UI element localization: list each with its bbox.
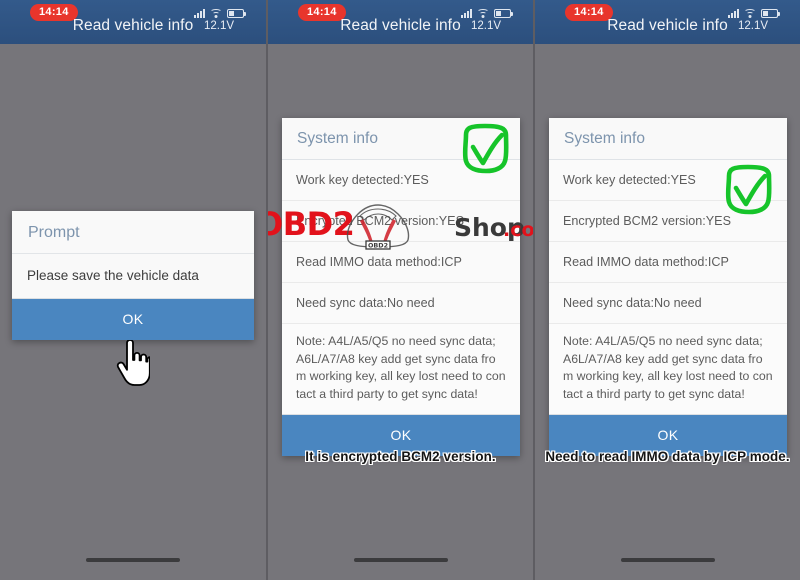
- wifi-icon: [210, 8, 222, 18]
- prompt-dialog-message: Please save the vehicle data: [12, 254, 254, 299]
- panel-caption: It is encrypted BCM2 version.: [305, 449, 496, 464]
- wifi-icon: [477, 8, 489, 18]
- note-line: m working key, all key lost need to con: [563, 369, 773, 383]
- note-line: Note: A4L/A5/Q5 no need sync data;: [296, 334, 496, 348]
- status-indicators: 12.1V: [182, 5, 256, 32]
- list-item: Read IMMO data method:ICP: [549, 242, 787, 283]
- system-info-title: System info: [549, 118, 787, 160]
- note-line: A6L/A7/A8 key add get sync data fro: [563, 351, 763, 366]
- screen-content-2: System info Work key detected:YES Encryp…: [268, 44, 533, 580]
- status-bar: 14:14 Read vehicle info 12.1V: [268, 0, 533, 44]
- wifi-icon: [744, 8, 756, 18]
- hand-pointer-cursor: [116, 340, 150, 386]
- note-line: tact a third party to get sync data!: [296, 386, 478, 401]
- list-item: Need sync data:No need: [549, 283, 787, 324]
- panel-caption: Need to read IMMO data by ICP mode.: [545, 449, 790, 464]
- battery-icon: [761, 9, 780, 18]
- screenshot-sheet: 14:14 Read vehicle info 12.1V Prompt Ple…: [0, 0, 800, 580]
- note-line: A6L/A7/A8 key add get sync data fro: [296, 351, 496, 366]
- screen-panel-3: 14:14 Read vehicle info 12.1V System inf…: [533, 0, 800, 580]
- system-info-dialog: System info Work key detected:YES Encryp…: [549, 118, 787, 456]
- note-line: tact a third party to get sync data!: [563, 386, 745, 401]
- prompt-dialog-title: Prompt: [12, 211, 254, 254]
- list-item: Work key detected:YES: [549, 160, 787, 201]
- status-bar: 14:14 Read vehicle info 12.1V: [0, 0, 266, 44]
- status-indicators: 12.1V: [716, 5, 790, 32]
- screen-content-3: System info Work key detected:YES Encryp…: [535, 44, 800, 580]
- voltage-readout: 12.1V: [737, 20, 769, 32]
- signal-bars-icon: [461, 8, 472, 18]
- system-info-dialog: System info Work key detected:YES Encryp…: [282, 118, 520, 456]
- note-line: Note: A4L/A5/Q5 no need sync data;: [563, 334, 763, 348]
- list-item: Work key detected:YES: [282, 160, 520, 201]
- list-item: Need sync data:No need: [282, 283, 520, 324]
- system-info-note: Note: A4L/A5/Q5 no need sync data; A6L/A…: [282, 324, 520, 415]
- home-indicator: [620, 558, 715, 562]
- note-line: m working key, all key lost need to con: [296, 369, 506, 383]
- status-indicators: 12.1V: [449, 5, 523, 32]
- battery-icon: [494, 9, 513, 18]
- home-indicator: [353, 558, 448, 562]
- screen-content-1: Prompt Please save the vehicle data OK: [0, 44, 266, 580]
- system-info-note: Note: A4L/A5/Q5 no need sync data; A6L/A…: [549, 324, 787, 415]
- list-item: Encrypted BCM2 version:YES: [282, 201, 520, 242]
- screen-panel-1: 14:14 Read vehicle info 12.1V Prompt Ple…: [0, 0, 266, 580]
- prompt-dialog: Prompt Please save the vehicle data OK: [12, 211, 254, 340]
- list-item: Encrypted BCM2 version:YES: [549, 201, 787, 242]
- battery-icon: [227, 9, 246, 18]
- voltage-readout: 12.1V: [470, 20, 502, 32]
- voltage-readout: 12.1V: [203, 20, 235, 32]
- system-info-list: Work key detected:YES Encrypted BCM2 ver…: [282, 160, 520, 324]
- system-info-list: Work key detected:YES Encrypted BCM2 ver…: [549, 160, 787, 324]
- prompt-ok-button[interactable]: OK: [12, 299, 254, 340]
- status-bar: 14:14 Read vehicle info 12.1V: [535, 0, 800, 44]
- system-info-title: System info: [282, 118, 520, 160]
- home-indicator: [86, 558, 180, 562]
- signal-bars-icon: [728, 8, 739, 18]
- list-item: Read IMMO data method:ICP: [282, 242, 520, 283]
- screen-panel-2: 14:14 Read vehicle info 12.1V System inf…: [266, 0, 533, 580]
- signal-bars-icon: [194, 8, 205, 18]
